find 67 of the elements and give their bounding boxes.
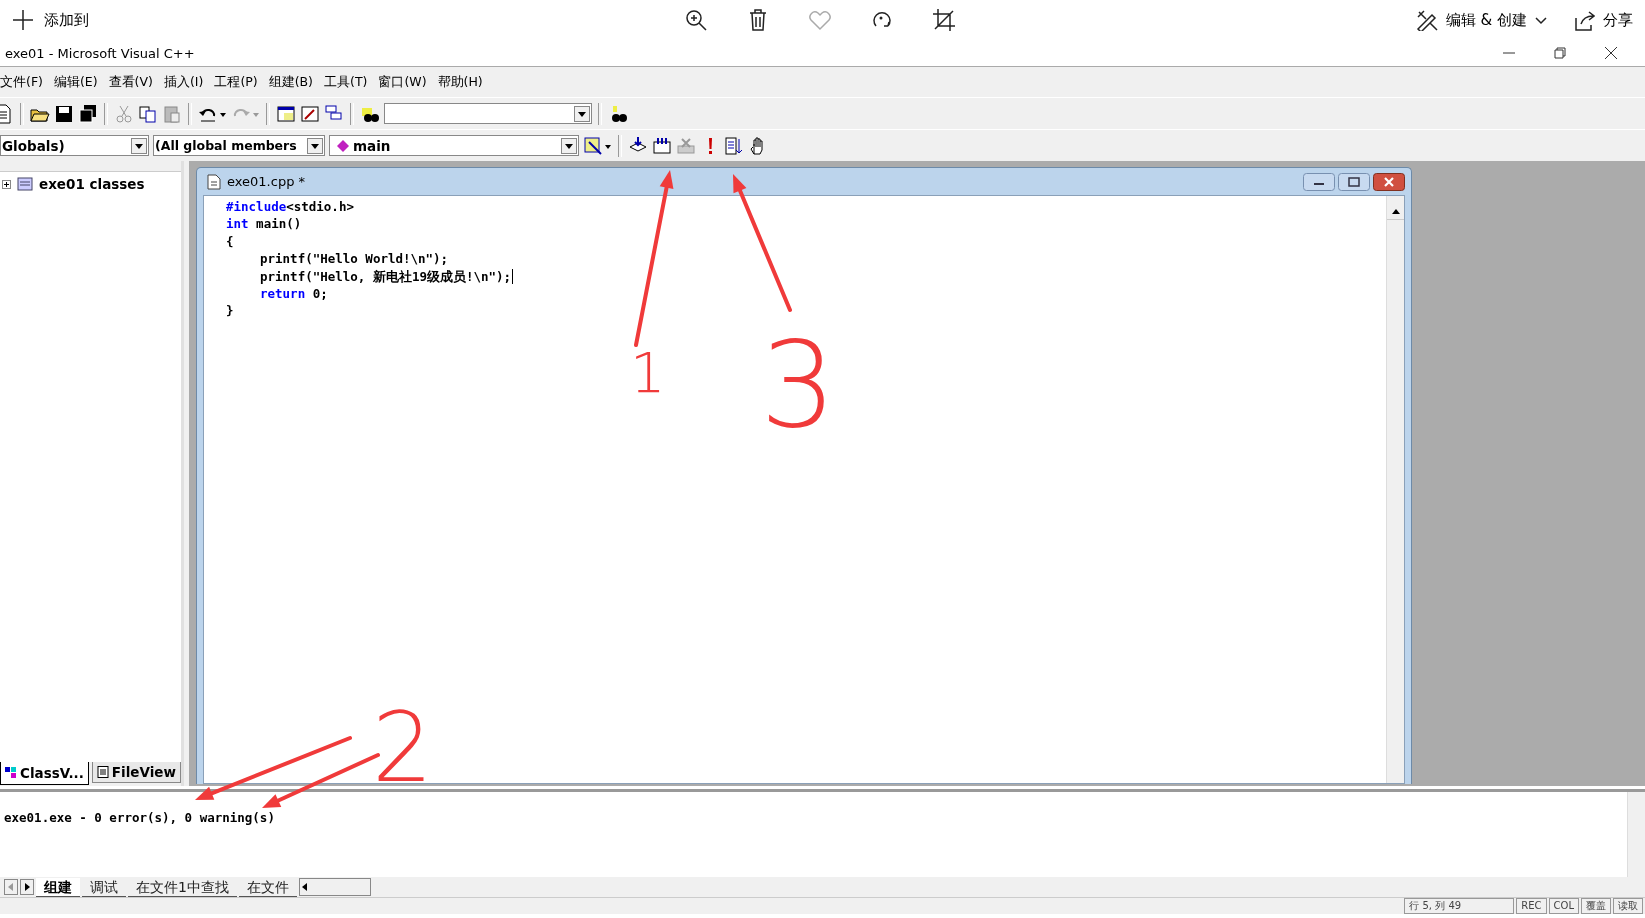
window-title: exe01 - Microsoft Visual C++ <box>5 45 195 61</box>
close-button[interactable] <box>1373 172 1405 191</box>
document-icon <box>207 173 221 190</box>
chevron-down-icon <box>1535 14 1547 26</box>
code-text: 0; <box>311 284 328 303</box>
scroll-right-icon[interactable] <box>20 879 34 895</box>
menu-item[interactable]: 工具(T) <box>324 73 368 91</box>
output-tab[interactable]: 在文件1中查找 <box>128 877 237 897</box>
save-all-icon[interactable] <box>78 103 98 124</box>
output-tab[interactable]: 在文件 <box>238 877 297 897</box>
annotation-number: 3 <box>760 325 837 445</box>
code-text: return <box>260 284 306 303</box>
annotation-number: 2 <box>372 700 434 796</box>
dropdown[interactable]: Globals) <box>0 135 149 156</box>
menu-item[interactable]: 文件(F) <box>0 73 43 91</box>
code-text: } <box>226 302 234 320</box>
code-text: { <box>226 232 234 251</box>
scrollbar[interactable] <box>298 878 371 896</box>
restore-icon[interactable] <box>1553 46 1567 60</box>
code-text: int <box>226 215 249 233</box>
menu-item[interactable]: 插入(I) <box>163 73 204 91</box>
save-icon[interactable] <box>54 103 74 124</box>
annotation-number: 1 <box>630 345 666 401</box>
menu-item[interactable]: 组建(B) <box>268 73 313 91</box>
panel-tab[interactable]: FileView <box>91 762 181 783</box>
class-view-icon <box>5 767 17 779</box>
text-cursor <box>512 268 514 284</box>
pencil-ruler-icon <box>1415 9 1438 31</box>
output-tab[interactable]: 组建 <box>36 877 80 897</box>
output-tab[interactable]: 调试 <box>82 877 126 897</box>
expand-icon[interactable] <box>2 179 11 189</box>
file-view-icon <box>96 766 109 778</box>
share-button[interactable]: 分享 <box>1573 9 1633 31</box>
menu-item[interactable]: 编辑(E) <box>53 73 98 91</box>
dropdown[interactable]: main <box>329 135 579 156</box>
menu-item[interactable]: 窗口(W) <box>378 73 427 91</box>
code-text: printf("Hello, 新电社19级成员!\n"); <box>260 267 512 285</box>
status-field: 覆盖 <box>1581 898 1611 914</box>
code-text: <stdio.h> <box>286 198 354 216</box>
status-field: REC <box>1516 898 1547 914</box>
status-field: 行 5, 列 49 <box>1404 898 1515 914</box>
code-text: printf("Hello World!\n"); <box>260 250 449 268</box>
status-field: 读取 <box>1613 898 1643 914</box>
build-output-text: exe01.exe - 0 error(s), 0 warning(s) <box>3 809 276 827</box>
new-file-icon[interactable] <box>0 103 14 124</box>
plus-icon[interactable] <box>12 9 34 31</box>
share-icon <box>1573 9 1595 31</box>
menu-item[interactable]: 查看(V) <box>108 73 153 91</box>
class-tree-icon <box>17 176 33 192</box>
status-field: COL <box>1548 898 1579 914</box>
crop-icon[interactable] <box>932 8 956 32</box>
menu-item[interactable]: 帮助(H) <box>437 73 483 91</box>
maximize-button[interactable] <box>1338 172 1370 191</box>
dropdown[interactable]: (All global members <box>153 135 325 156</box>
code-text: #include <box>226 198 287 216</box>
tree-item[interactable]: exe01 classes <box>39 176 145 192</box>
add-to-label[interactable]: 添加到 <box>44 10 89 30</box>
code-text: main() <box>255 215 302 233</box>
zoom-in-icon[interactable] <box>684 8 708 32</box>
minimize-button[interactable] <box>1303 172 1335 191</box>
menu-item[interactable]: 工程(P) <box>214 73 258 91</box>
edit-create-button[interactable]: 编辑 & 创建 <box>1415 9 1547 31</box>
panel-tab[interactable]: ClassV... <box>0 762 89 785</box>
document-title: exe01.cpp * <box>227 174 306 189</box>
copy-icon[interactable] <box>138 103 158 124</box>
close-icon[interactable] <box>1604 46 1618 60</box>
diamond-icon <box>337 139 349 152</box>
